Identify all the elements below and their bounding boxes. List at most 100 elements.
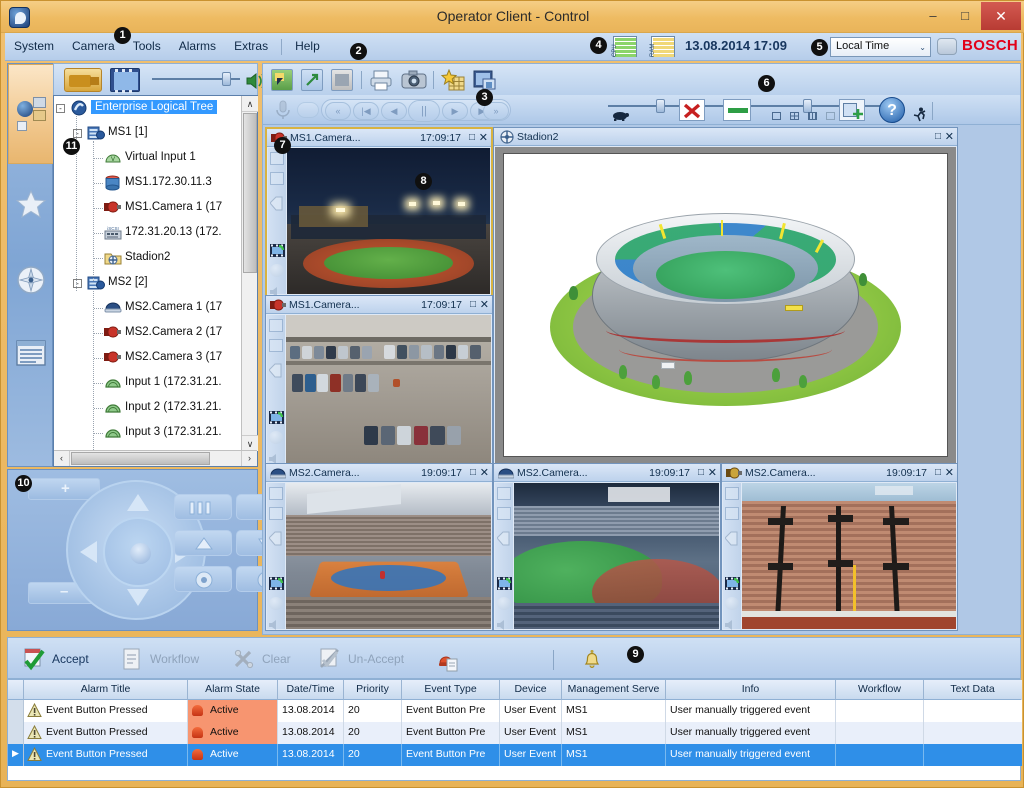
reference-image-icon[interactable] — [724, 531, 738, 546]
tree-vertical-thumb[interactable] — [243, 113, 257, 273]
playback-mode-button[interactable] — [110, 68, 140, 93]
logical-tree[interactable]: - Enterprise Logical Tree - MS1 [1] V Virtual… — [54, 96, 243, 451]
star-add-icon[interactable] — [440, 68, 465, 91]
camera-snapshot-icon[interactable] — [401, 69, 427, 91]
alarm-header-datetime[interactable]: Date/Time — [278, 680, 344, 700]
alarm-header-priority[interactable]: Priority — [344, 680, 402, 700]
audio-toggle-button[interactable] — [297, 102, 319, 118]
video-pane-6-maximize[interactable]: □ — [935, 467, 941, 478]
video-pane-4[interactable]: MS2.Camera... 19:09:17 □ ✕ — [265, 463, 493, 631]
alarm-header-management-server[interactable]: Management Serve — [562, 680, 666, 700]
layout-slider-knob[interactable] — [803, 99, 812, 113]
tree-item-ms2-camera-1-17[interactable]: MS2.Camera 1 (17 — [54, 296, 243, 321]
layout-3x3-icon[interactable] — [826, 112, 835, 120]
ptz-up-arrow[interactable] — [127, 494, 149, 511]
sidebar-item-favorites[interactable] — [11, 174, 51, 238]
reference-image-icon[interactable] — [268, 531, 282, 546]
video-pane-3[interactable]: Stadion2 □ ✕ — [493, 127, 958, 465]
ptz-control-icon[interactable] — [269, 431, 283, 444]
sidebar-item-logical-tree[interactable] — [8, 64, 54, 164]
tree-expander-icon[interactable]: - — [73, 279, 82, 288]
sidebar-item-logbook[interactable] — [11, 326, 51, 390]
rewind-fast-button[interactable]: « — [325, 102, 351, 120]
image-window-icon[interactable] — [331, 69, 353, 91]
video-pane-5-close[interactable]: ✕ — [708, 466, 717, 479]
microphone-icon[interactable] — [273, 99, 293, 121]
alarm-header-info[interactable]: Info — [666, 680, 836, 700]
reference-image-icon[interactable] — [268, 363, 282, 378]
instant-playback-icon[interactable] — [269, 319, 283, 332]
video-pane-2[interactable]: MS1.Camera... 17:09:17 □ ✕ — [265, 295, 493, 465]
close-button[interactable]: ✕ — [981, 2, 1021, 30]
instant-playback-icon[interactable] — [725, 487, 739, 500]
live-mode-button[interactable] — [64, 68, 102, 92]
sidebar-item-map[interactable] — [11, 250, 51, 314]
play-button[interactable]: ▶ — [442, 102, 468, 120]
alarm-list-table[interactable]: Alarm Title Alarm State Date/Time Priori… — [7, 679, 1022, 781]
add-pane-icon[interactable] — [839, 99, 865, 121]
table-row[interactable]: ▶ Event Button Pressed Active 13.08.2014… — [8, 744, 1022, 766]
video-pane-3-close[interactable]: ✕ — [945, 130, 954, 143]
instant-playback-icon[interactable] — [497, 487, 511, 500]
select-pane-icon[interactable] — [271, 69, 293, 91]
video-pane-4-close[interactable]: ✕ — [480, 466, 489, 479]
video-pane-2-close[interactable]: ✕ — [480, 298, 489, 311]
tree-item-ms2-camera-3-17[interactable]: MS2.Camera 3 (17 — [54, 346, 243, 371]
video-pane-2-maximize[interactable]: □ — [470, 299, 476, 310]
green-bar-icon[interactable] — [723, 99, 751, 121]
printer-icon[interactable] — [369, 69, 392, 91]
tree-item-ms2-2[interactable]: - MS2 [2] — [54, 271, 243, 296]
tree-item-ms1-camera-1-17[interactable]: MS1.Camera 1 (17 — [54, 196, 243, 221]
tree-item-172-31-20-13-172[interactable]: iSCSI 172.31.20.13 (172. — [54, 221, 243, 246]
expand-arrow-icon[interactable] — [301, 69, 323, 91]
tree-horizontal-scrollbar[interactable]: ‹ › — [54, 450, 257, 466]
video-pane-3-maximize[interactable]: □ — [935, 131, 941, 142]
reference-image-icon[interactable] — [269, 196, 283, 211]
scroll-right-button[interactable]: › — [241, 451, 257, 466]
video-pane-1[interactable]: MS1.Camera... 17:09:17 □ ✕ — [265, 127, 493, 297]
tree-item-input-3-172-31-21[interactable]: Input 3 (172.31.21. — [54, 421, 243, 446]
menu-item-alarms[interactable]: Alarms — [170, 33, 225, 61]
video-pane-5-maximize[interactable]: □ — [698, 467, 704, 478]
menu-item-help[interactable]: Help — [286, 33, 329, 61]
iris-open-button[interactable] — [174, 494, 232, 520]
video-pane-4-maximize[interactable]: □ — [470, 467, 476, 478]
scroll-down-button[interactable]: ∨ — [242, 435, 258, 451]
tree-item-ms2-camera-2-17[interactable]: MS2.Camera 2 (17 — [54, 321, 243, 346]
scroll-left-button[interactable]: ‹ — [54, 451, 70, 466]
tree-expander-icon[interactable]: - — [73, 129, 82, 138]
bookmark-icon[interactable] — [269, 507, 283, 520]
video-pane-5[interactable]: MS2.Camera... 19:09:17 □ ✕ — [493, 463, 721, 631]
ptz-control-icon[interactable] — [497, 597, 511, 610]
bookmark-icon[interactable] — [270, 172, 284, 185]
alarm-header-event-type[interactable]: Event Type — [402, 680, 500, 700]
timezone-select[interactable]: Local Time ⌄ — [830, 37, 931, 57]
video-pane-1-close[interactable]: ✕ — [479, 131, 488, 144]
table-row[interactable]: Event Button Pressed Active 13.08.2014 2… — [8, 700, 1022, 722]
ptz-center-knob[interactable] — [130, 543, 151, 564]
volume-slider-knob[interactable] — [222, 72, 231, 86]
record-film-icon[interactable] — [270, 244, 285, 257]
alarm-header-device[interactable]: Device — [500, 680, 562, 700]
save-view-icon[interactable] — [473, 69, 496, 91]
tree-item-input-2-172-31-21[interactable]: Input 2 (172.31.21. — [54, 396, 243, 421]
bookmark-icon[interactable] — [725, 507, 739, 520]
red-x-icon[interactable] — [679, 99, 705, 121]
bell-icon[interactable] — [580, 647, 604, 674]
bookmark-icon[interactable] — [497, 507, 511, 520]
instant-playback-icon[interactable] — [269, 487, 283, 500]
record-film-icon[interactable] — [497, 577, 512, 590]
tree-item-virtual-input-1[interactable]: V Virtual Input 1 — [54, 146, 243, 171]
menu-item-system[interactable]: System — [5, 33, 63, 61]
record-film-icon[interactable] — [725, 577, 740, 590]
scroll-up-button[interactable]: ∧ — [242, 96, 258, 112]
video-pane-6[interactable]: MS2.Camera... 19:09:17 □ ✕ — [721, 463, 958, 631]
tree-item-stadion2[interactable]: Stadion2 — [54, 246, 243, 271]
ptz-control-icon[interactable] — [269, 597, 283, 610]
ptz-control-icon[interactable] — [270, 264, 284, 277]
layout-1x5-icon[interactable] — [808, 112, 817, 120]
ptz-down-arrow[interactable] — [127, 589, 149, 606]
tree-vertical-scrollbar[interactable]: ∧ ∨ — [241, 96, 258, 451]
maximize-button[interactable]: □ — [951, 3, 979, 29]
table-row[interactable]: Event Button Pressed Active 13.08.2014 2… — [8, 722, 1022, 744]
